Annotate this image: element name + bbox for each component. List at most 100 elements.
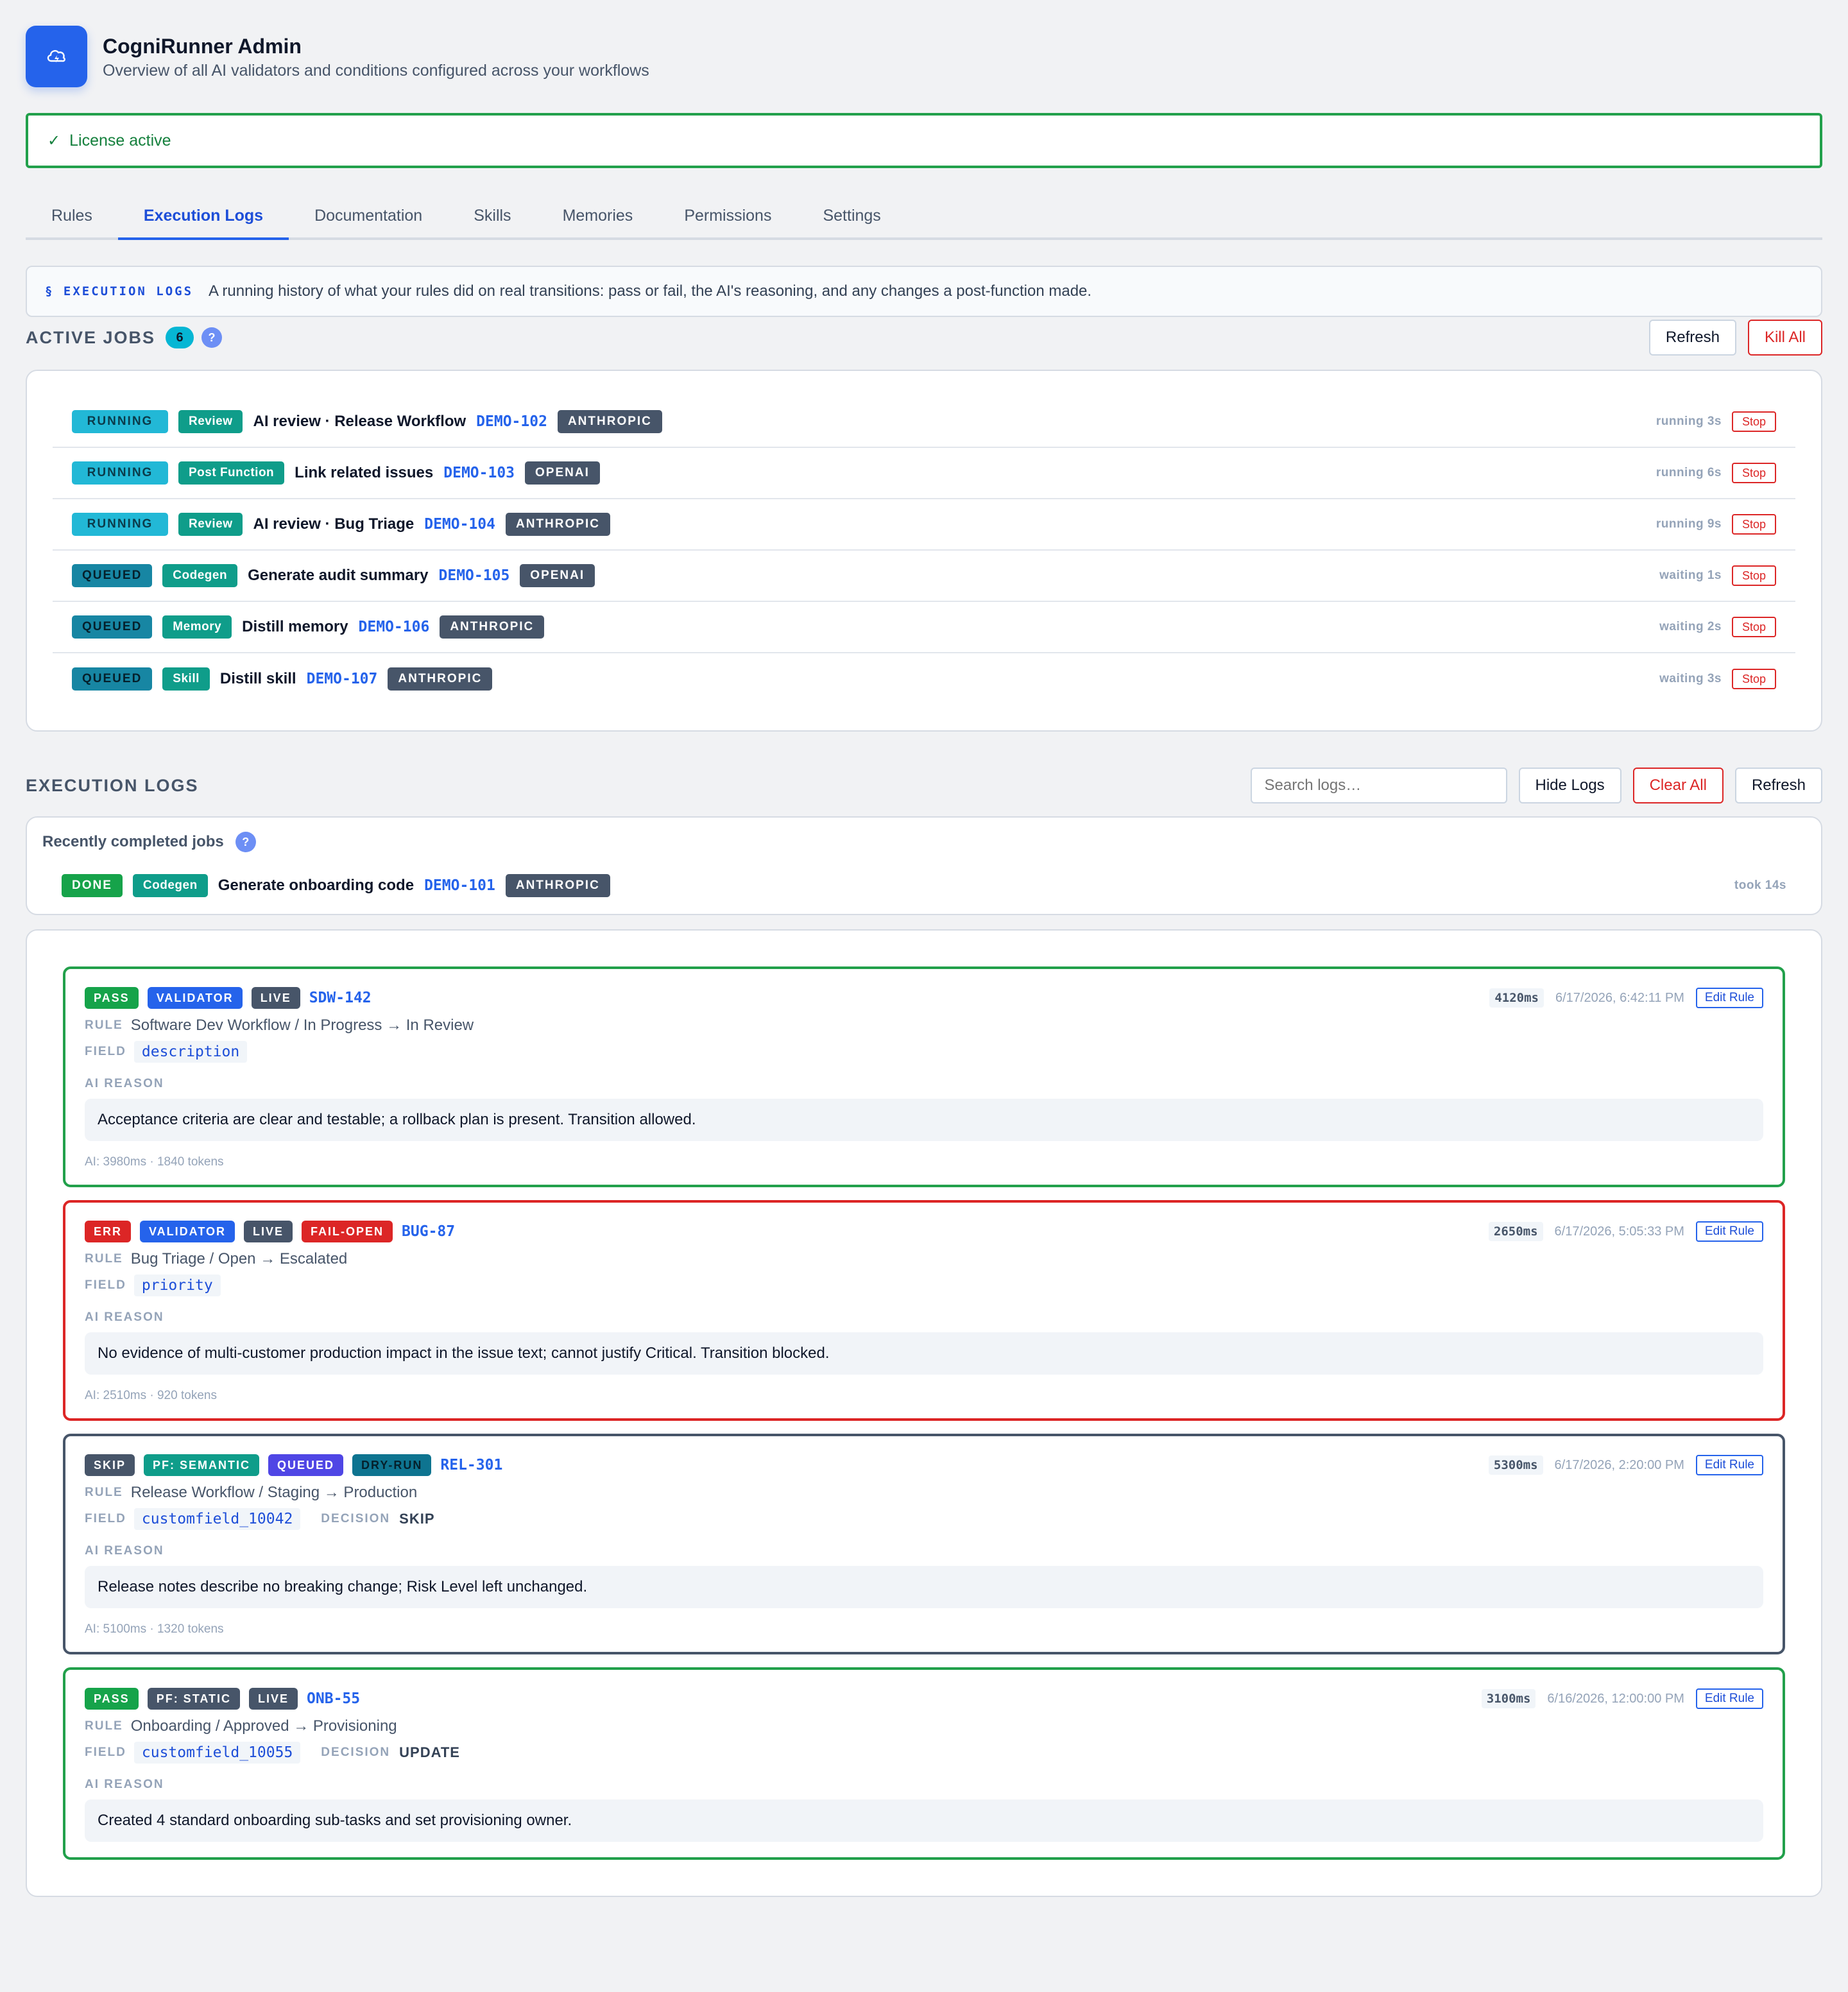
log-badge-skip: SKIP xyxy=(85,1454,135,1476)
tab-skills[interactable]: Skills xyxy=(448,196,536,237)
issue-key-link[interactable]: DEMO-102 xyxy=(476,413,547,430)
rule-line: RULE Onboarding / Approved → Provisioning xyxy=(85,1717,1763,1735)
duration-badge: 5300ms xyxy=(1488,1455,1543,1475)
tab-settings[interactable]: Settings xyxy=(797,196,906,237)
active-jobs-title-text: ACTIVE JOBS xyxy=(26,327,156,347)
stop-button[interactable]: Stop xyxy=(1731,514,1776,535)
clear-all-button[interactable]: Clear All xyxy=(1632,768,1724,803)
stop-button[interactable]: Stop xyxy=(1731,565,1776,586)
kill-all-button[interactable]: Kill All xyxy=(1747,320,1822,356)
rule-path: Release Workflow / Staging → Production xyxy=(130,1484,418,1501)
edit-rule-button[interactable]: Edit Rule xyxy=(1695,988,1763,1008)
job-state-badge: RUNNING xyxy=(72,410,168,433)
job-kind-badge: Review xyxy=(178,410,243,433)
issue-key-link[interactable]: BUG-87 xyxy=(402,1223,455,1240)
provider-badge: OPENAI xyxy=(520,564,595,587)
rule-path: Bug Triage / Open → Escalated xyxy=(130,1250,348,1267)
field-chip: customfield_10042 xyxy=(133,1508,301,1530)
duration-badge: 2650ms xyxy=(1488,1222,1543,1241)
issue-key-link[interactable]: DEMO-107 xyxy=(307,671,378,687)
job-actions: waiting 2s Stop xyxy=(1659,617,1776,637)
log-badge-live: LIVE xyxy=(251,987,300,1009)
job-status: running 9s xyxy=(1656,517,1722,531)
log-entry-header: PASS VALIDATOR LIVE SDW-142 4120ms 6/17/2026,… xyxy=(85,986,1763,1010)
log-badge-validator: VALIDATOR xyxy=(140,1221,235,1242)
job-title: Link related issues xyxy=(295,464,434,481)
job-row: RUNNING Review AI review · Bug Triage DEMO-… xyxy=(53,499,1795,551)
execution-logs-card: PASS VALIDATOR LIVE SDW-142 4120ms 6/17/2026,… xyxy=(26,929,1822,1897)
issue-key-link[interactable]: ONB-55 xyxy=(307,1690,360,1707)
stop-button[interactable]: Stop xyxy=(1731,463,1776,483)
ai-reason-text: No evidence of multi-customer production… xyxy=(85,1332,1763,1375)
edit-rule-button[interactable]: Edit Rule xyxy=(1695,1688,1763,1709)
provider-badge: ANTHROPIC xyxy=(505,874,610,897)
intro-text: A running history of what your rules did… xyxy=(209,282,1092,300)
field-line: FIELD priority xyxy=(85,1275,1763,1296)
tab-bar: Rules Execution Logs Documentation Skills Me… xyxy=(26,196,1822,240)
help-icon[interactable]: ? xyxy=(235,832,256,852)
job-state-badge: RUNNING xyxy=(72,461,168,485)
duration-badge: 3100ms xyxy=(1481,1689,1536,1708)
issue-key-link[interactable]: DEMO-105 xyxy=(439,567,510,584)
rule-line: RULE Software Dev Workflow / In Progress … xyxy=(85,1017,1763,1035)
job-row: QUEUED Memory Distill memory DEMO-106 ANTHRO… xyxy=(53,602,1795,653)
edit-rule-button[interactable]: Edit Rule xyxy=(1695,1221,1763,1242)
issue-key-link[interactable]: REL-301 xyxy=(440,1457,502,1473)
hide-logs-button[interactable]: Hide Logs xyxy=(1518,768,1621,803)
job-duration: took 14s xyxy=(1734,879,1786,892)
job-title: AI review · Release Workflow xyxy=(253,413,466,430)
intro-banner: § EXECUTION LOGS A running history of wh… xyxy=(26,266,1822,317)
tab-permissions[interactable]: Permissions xyxy=(658,196,797,237)
stop-button[interactable]: Stop xyxy=(1731,617,1776,637)
log-timestamp: 6/17/2026, 5:05:33 PM xyxy=(1554,1224,1684,1239)
job-title: AI review · Bug Triage xyxy=(253,515,415,533)
edit-rule-button[interactable]: Edit Rule xyxy=(1695,1455,1763,1475)
rule-path: Software Dev Workflow / In Progress → In… xyxy=(130,1017,474,1034)
log-badge-pf: PF: SEMANTIC xyxy=(144,1454,260,1476)
issue-key-link[interactable]: DEMO-104 xyxy=(424,516,495,533)
rule-label: RULE xyxy=(85,1719,123,1733)
job-row: RUNNING Post Function Link related issues D… xyxy=(53,448,1795,499)
job-row: RUNNING Review AI review · Release Workflo… xyxy=(53,397,1795,448)
job-state-badge: RUNNING xyxy=(72,513,168,536)
job-title: Generate audit summary xyxy=(248,567,429,584)
job-title: Generate onboarding code xyxy=(218,877,415,894)
field-label: FIELD xyxy=(85,1045,126,1058)
rule-path: Onboarding / Approved → Provisioning xyxy=(130,1717,397,1735)
job-row: QUEUED Codegen Generate audit summary DEMO-… xyxy=(53,551,1795,602)
issue-key-link[interactable]: DEMO-106 xyxy=(359,619,430,635)
provider-badge: ANTHROPIC xyxy=(440,615,545,639)
app-title: CogniRunner Admin xyxy=(103,34,302,58)
provider-badge: ANTHROPIC xyxy=(506,513,610,536)
ai-reason-label: AI REASON xyxy=(85,1778,164,1791)
tab-memories[interactable]: Memories xyxy=(537,196,659,237)
tab-execution-logs[interactable]: Execution Logs xyxy=(117,196,289,240)
job-kind-badge: Codegen xyxy=(162,564,238,587)
log-entry: PASS PF: STATIC LIVE ONB-55 3100ms 6/16/2026,… xyxy=(63,1667,1785,1860)
log-meta: 3100ms 6/16/2026, 12:00:00 PM Edit Rule xyxy=(1481,1688,1763,1709)
job-kind-badge: Skill xyxy=(162,667,210,691)
issue-key-link[interactable]: SDW-142 xyxy=(309,990,372,1006)
tab-documentation[interactable]: Documentation xyxy=(289,196,448,237)
issue-key-link[interactable]: DEMO-101 xyxy=(424,877,495,894)
job-state-badge: QUEUED xyxy=(72,615,153,639)
logs-refresh-button[interactable]: Refresh xyxy=(1734,768,1822,803)
search-logs-input[interactable] xyxy=(1250,768,1507,803)
stop-button[interactable]: Stop xyxy=(1731,411,1776,432)
job-status: running 6s xyxy=(1656,466,1722,479)
job-state-badge: QUEUED xyxy=(72,564,153,587)
tab-rules[interactable]: Rules xyxy=(26,196,118,237)
execution-logs-header: EXECUTION LOGS Hide Logs Clear All Refre… xyxy=(26,768,1822,803)
app-header: CogniRunner Admin Overview of all AI val… xyxy=(26,26,1822,87)
recent-jobs-header: Recently completed jobs ? xyxy=(42,832,1806,852)
help-icon[interactable]: ? xyxy=(201,327,223,348)
job-status: running 3s xyxy=(1656,415,1722,428)
field-chip: customfield_10055 xyxy=(133,1742,301,1764)
log-badge-dryrun: DRY-RUN xyxy=(352,1454,432,1476)
log-timestamp: 6/17/2026, 6:42:11 PM xyxy=(1555,990,1684,1005)
stop-button[interactable]: Stop xyxy=(1731,669,1776,689)
log-meta: 5300ms 6/17/2026, 2:20:00 PM Edit Rule xyxy=(1488,1455,1763,1475)
issue-key-link[interactable]: DEMO-103 xyxy=(443,465,515,481)
active-jobs-refresh-button[interactable]: Refresh xyxy=(1648,320,1736,356)
job-actions: waiting 3s Stop xyxy=(1659,669,1776,689)
